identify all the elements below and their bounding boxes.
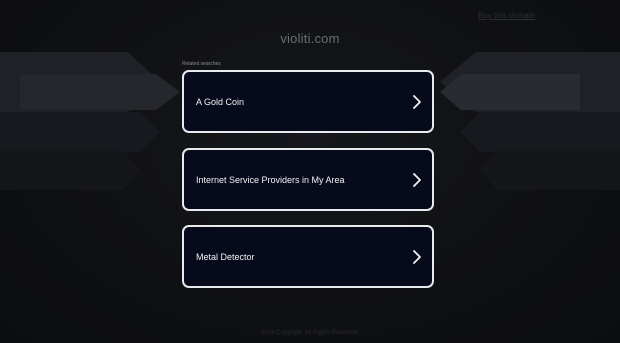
background-band bbox=[20, 74, 180, 110]
footer-copyright: 2024 Copyright. All Rights Reserved. bbox=[260, 330, 360, 336]
related-search-item-metal-detector[interactable]: Metal Detector bbox=[182, 225, 434, 288]
related-search-label: Internet Service Providers in My Area bbox=[196, 174, 345, 185]
related-search-label: A Gold Coin bbox=[196, 96, 245, 107]
background-band bbox=[0, 112, 160, 152]
related-search-item-internet-providers[interactable]: Internet Service Providers in My Area bbox=[182, 148, 434, 211]
related-search-item-gold-coin[interactable]: A Gold Coin bbox=[182, 70, 434, 133]
background-band bbox=[440, 74, 580, 110]
related-searches-label: Related searches bbox=[182, 61, 221, 67]
chevron-right-icon bbox=[413, 249, 421, 264]
chevron-right-icon bbox=[413, 94, 421, 109]
chevron-right-icon bbox=[413, 172, 421, 187]
domain-title: violiti.com bbox=[280, 31, 340, 46]
background-band bbox=[460, 112, 620, 152]
parked-domain-page: Buy this domain violiti.com Related sear… bbox=[0, 0, 620, 343]
background-band bbox=[0, 150, 140, 190]
buy-domain-link[interactable]: Buy this domain bbox=[478, 11, 535, 20]
related-search-label: Metal Detector bbox=[196, 251, 255, 262]
background-band bbox=[480, 150, 620, 190]
